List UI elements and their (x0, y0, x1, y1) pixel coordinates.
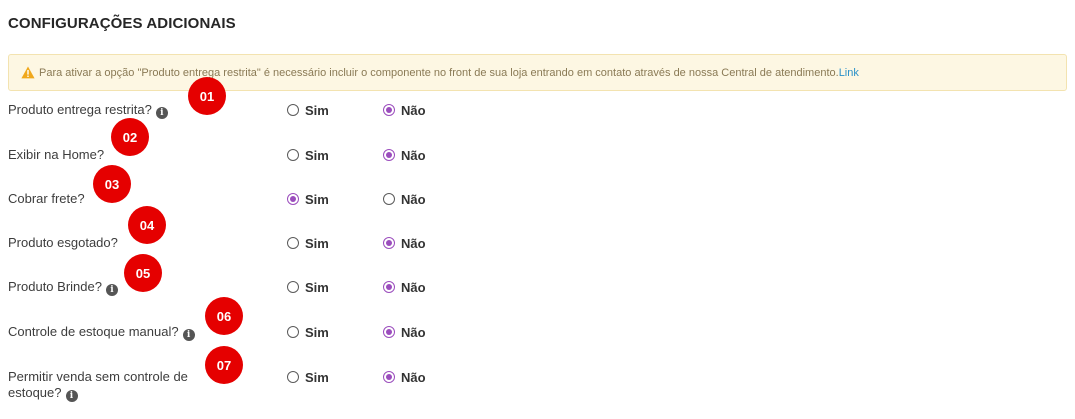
step-marker: 07 (205, 346, 243, 384)
radio-nao[interactable] (383, 281, 395, 293)
radio-sim[interactable] (287, 149, 299, 161)
option-nao[interactable]: Não (383, 102, 426, 118)
option-nao-label: Não (401, 235, 426, 251)
option-nao[interactable]: Não (383, 147, 426, 163)
option-nao-label: Não (401, 191, 426, 207)
section-title: CONFIGURAÇÕES ADICIONAIS (8, 15, 236, 32)
option-nao-label: Não (401, 369, 426, 385)
option-nao-label: Não (401, 324, 426, 340)
setting-row-show-home: Exibir na Home? Sim Não (0, 147, 1075, 177)
option-nao-label: Não (401, 279, 426, 295)
alert-link[interactable]: Link (839, 67, 859, 79)
setting-label: Exibir na Home? (8, 147, 104, 163)
setting-label: Permitir venda sem controle de estoque? i (8, 369, 208, 402)
setting-label-text: Cobrar frete? (8, 191, 85, 206)
option-sim[interactable]: Sim (287, 235, 329, 251)
setting-label: Cobrar frete? (8, 191, 85, 207)
step-marker: 04 (128, 206, 166, 244)
warning-icon (21, 66, 35, 79)
info-icon[interactable]: i (182, 329, 195, 341)
option-sim-label: Sim (305, 191, 329, 207)
setting-label-text: Permitir venda sem controle de estoque? (8, 369, 188, 400)
setting-row-gift-product: Produto Brinde? i Sim Não (0, 279, 1075, 309)
option-nao[interactable]: Não (383, 235, 426, 251)
setting-row-manual-stock: Controle de estoque manual? i Sim Não (0, 324, 1075, 354)
info-icon[interactable]: i (105, 284, 118, 296)
setting-row-restricted-delivery: Produto entrega restrita? i Sim Não (0, 102, 1075, 132)
radio-nao[interactable] (383, 326, 395, 338)
option-nao-label: Não (401, 147, 426, 163)
setting-label-text: Produto entrega restrita? (8, 102, 152, 117)
option-sim[interactable]: Sim (287, 102, 329, 118)
radio-sim[interactable] (287, 104, 299, 116)
setting-label-text: Exibir na Home? (8, 147, 105, 162)
radio-sim[interactable] (287, 281, 299, 293)
step-marker: 01 (188, 77, 226, 115)
radio-nao[interactable] (383, 149, 395, 161)
restricted-delivery-alert: Para ativar a opção "Produto entrega res… (8, 54, 1067, 91)
radio-nao[interactable] (383, 237, 395, 249)
option-sim-label: Sim (305, 279, 329, 295)
radio-sim[interactable] (287, 193, 299, 205)
step-marker: 05 (124, 254, 162, 292)
step-marker: 06 (205, 297, 243, 335)
step-marker: 03 (93, 165, 131, 203)
option-sim[interactable]: Sim (287, 279, 329, 295)
setting-label-text: Produto esgotado? (8, 235, 118, 250)
alert-text: Para ativar a opção "Produto entrega res… (39, 67, 859, 79)
option-sim-label: Sim (305, 147, 329, 163)
setting-label: Produto Brinde? i (8, 279, 118, 296)
option-nao[interactable]: Não (383, 279, 426, 295)
step-marker: 02 (111, 118, 149, 156)
option-sim[interactable]: Sim (287, 369, 329, 385)
option-nao-label: Não (401, 102, 426, 118)
option-sim[interactable]: Sim (287, 191, 329, 207)
setting-label: Controle de estoque manual? i (8, 324, 195, 341)
option-sim-label: Sim (305, 102, 329, 118)
option-sim[interactable]: Sim (287, 147, 329, 163)
option-nao[interactable]: Não (383, 324, 426, 340)
setting-row-sell-without-stock: Permitir venda sem controle de estoque? i… (0, 369, 1075, 403)
setting-label-text: Produto Brinde? (8, 279, 102, 294)
info-icon[interactable]: i (65, 390, 78, 402)
setting-label-text: Controle de estoque manual? (8, 324, 179, 339)
radio-nao[interactable] (383, 371, 395, 383)
option-sim-label: Sim (305, 235, 329, 251)
setting-row-out-of-stock: Produto esgotado? Sim Não (0, 235, 1075, 265)
option-nao[interactable]: Não (383, 369, 426, 385)
option-sim-label: Sim (305, 369, 329, 385)
radio-sim[interactable] (287, 371, 299, 383)
radio-sim[interactable] (287, 237, 299, 249)
radio-sim[interactable] (287, 326, 299, 338)
radio-nao[interactable] (383, 104, 395, 116)
alert-message: Para ativar a opção "Produto entrega res… (39, 67, 839, 79)
info-icon[interactable]: i (155, 107, 168, 119)
option-sim-label: Sim (305, 324, 329, 340)
setting-label: Produto entrega restrita? i (8, 102, 168, 119)
radio-nao[interactable] (383, 193, 395, 205)
option-nao[interactable]: Não (383, 191, 426, 207)
option-sim[interactable]: Sim (287, 324, 329, 340)
setting-label: Produto esgotado? (8, 235, 118, 251)
